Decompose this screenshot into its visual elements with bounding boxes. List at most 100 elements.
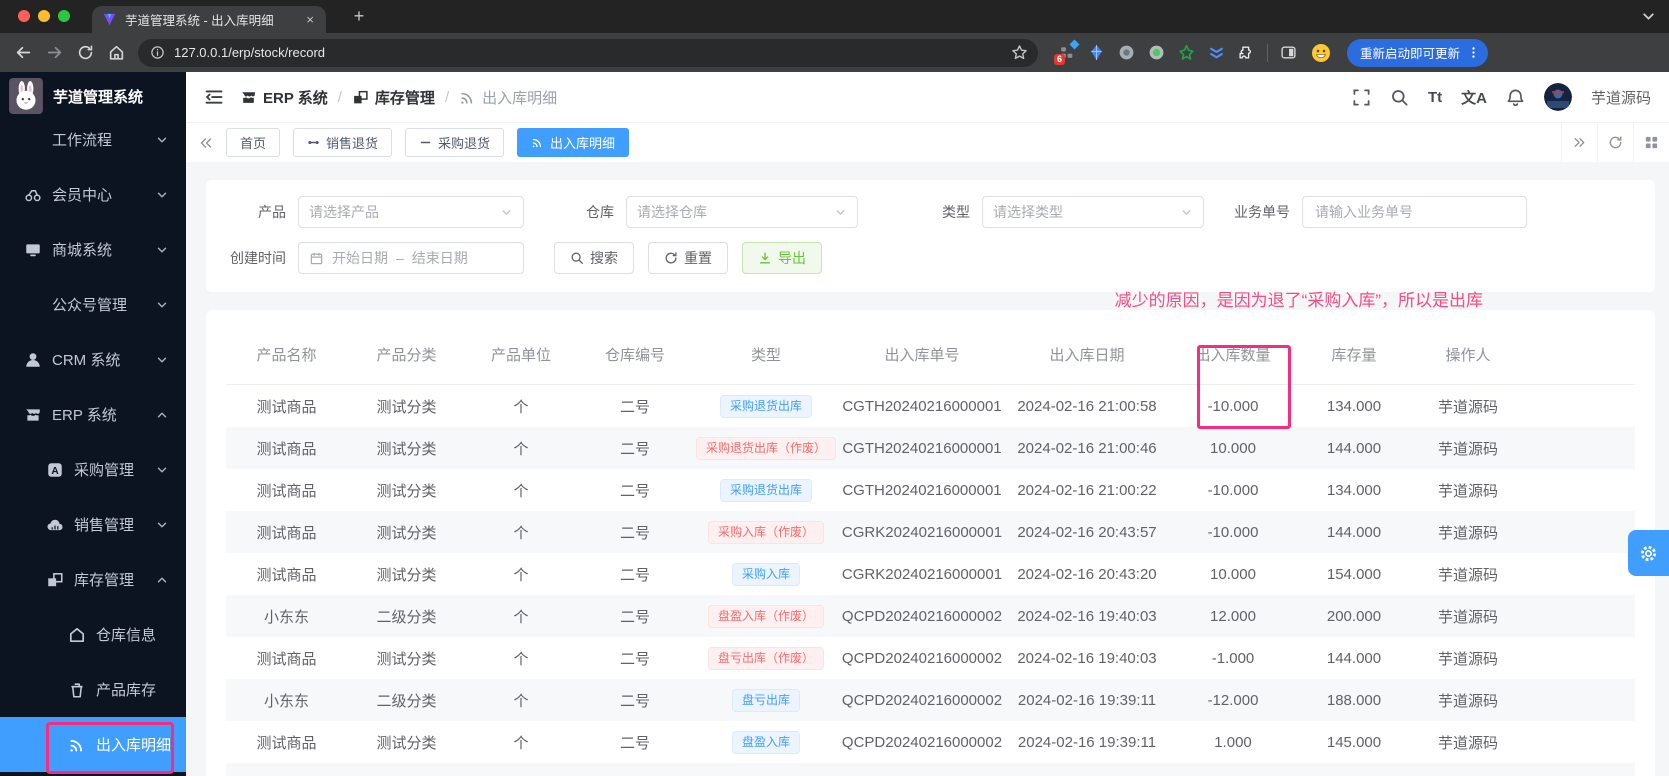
cell: 芋道源码 bbox=[1437, 608, 1498, 626]
cell-type: 采购退货出库 bbox=[694, 469, 838, 511]
cell: 10.000 bbox=[1210, 565, 1256, 583]
cell: 测试分类 bbox=[376, 398, 437, 416]
settings-gear-button[interactable] bbox=[1628, 530, 1669, 576]
tab-sales-return[interactable]: 销售退货 bbox=[293, 128, 393, 157]
user-avatar[interactable] bbox=[1543, 83, 1572, 111]
reload-button[interactable] bbox=[72, 39, 99, 66]
export-button[interactable]: 导出 bbox=[742, 242, 822, 274]
app-title: 芋道管理系统 bbox=[53, 88, 144, 106]
breadcrumb-item[interactable]: 库存管理 bbox=[352, 87, 435, 108]
site-info-icon[interactable] bbox=[150, 45, 165, 60]
breadcrumb-label: 出入库明细 bbox=[482, 89, 558, 107]
search-button[interactable]: 搜索 bbox=[554, 242, 634, 274]
cell-filler bbox=[1526, 469, 1635, 511]
page-content: 产品 请选择产品 仓库 请选择仓库 类型 请选择类型 业务单号 请输入业务单号 … bbox=[186, 162, 1669, 776]
browser-tab[interactable]: 芋道管理系统 - 出入库明细 × bbox=[92, 6, 326, 33]
date-end-placeholder: 结束日期 bbox=[411, 250, 468, 266]
sidebar-item-erp-system[interactable]: ERP 系统 bbox=[0, 387, 186, 442]
extension-icon[interactable]: 6 bbox=[1054, 39, 1080, 65]
zoom-window-button[interactable] bbox=[58, 10, 70, 22]
split-view-icon[interactable] bbox=[1280, 44, 1297, 61]
browser-tab-strip: 芋道管理系统 - 出入库明细 × + bbox=[0, 0, 1669, 33]
chevron-down-icon bbox=[155, 518, 169, 532]
fullscreen-icon[interactable] bbox=[1352, 88, 1371, 107]
notification-bell-icon[interactable] bbox=[1506, 88, 1525, 107]
cloud-icon bbox=[46, 516, 64, 534]
tab-home[interactable]: 首页 bbox=[226, 128, 281, 157]
bizno-input[interactable] bbox=[1302, 196, 1527, 228]
extension-icon[interactable] bbox=[1178, 44, 1195, 61]
minimize-window-button[interactable] bbox=[38, 10, 50, 22]
cell: 芋道源码 bbox=[1437, 524, 1498, 542]
cell: 2024-02-16 20:43:57 bbox=[1017, 523, 1157, 541]
type-select[interactable]: 请选择类型 bbox=[982, 196, 1204, 228]
cell-filler bbox=[1526, 553, 1635, 595]
forward-button[interactable] bbox=[41, 39, 68, 66]
sidebar-item-official-account[interactable]: 公众号管理 bbox=[0, 277, 186, 332]
type-tag: 采购退货出库 bbox=[719, 478, 812, 502]
tabs-scroll-left-icon[interactable] bbox=[198, 135, 214, 151]
sidebar-item-warehouse-info[interactable]: 仓库信息 bbox=[0, 607, 186, 662]
tab-purchase-return[interactable]: 采购退货 bbox=[405, 128, 505, 157]
window-controls bbox=[18, 10, 70, 22]
browser-menu-icon[interactable] bbox=[1467, 46, 1480, 59]
sidebar-logo[interactable]: 芋道管理系统 bbox=[0, 72, 186, 120]
sidebar-item-purchase-mgmt[interactable]: A 采购管理 bbox=[0, 442, 186, 497]
table-row: 测试商品 测试分类 个 二号 采购入库 CGRK20240216000001 2024-02… bbox=[226, 553, 1635, 595]
browser-update-button[interactable]: 重新启动即可更新 bbox=[1347, 38, 1489, 67]
extension-icon[interactable] bbox=[1118, 44, 1135, 61]
layout-grid-icon[interactable] bbox=[1633, 123, 1669, 162]
tabs-scroll-right-icon[interactable] bbox=[1561, 123, 1597, 162]
cell: 个 bbox=[513, 398, 529, 416]
extension-icon[interactable] bbox=[1208, 44, 1225, 61]
profile-emoji-icon[interactable] bbox=[1311, 43, 1331, 63]
reset-button[interactable]: 重置 bbox=[648, 242, 728, 274]
extension-icon[interactable] bbox=[1148, 44, 1165, 61]
cell-type: 采购入库（作废） bbox=[694, 511, 838, 553]
date-separator: – bbox=[396, 250, 404, 266]
chevron-down-icon bbox=[155, 463, 169, 477]
search-icon[interactable] bbox=[1390, 88, 1409, 107]
back-button[interactable] bbox=[10, 39, 37, 66]
home-button[interactable] bbox=[103, 39, 130, 66]
address-bar[interactable]: 127.0.0.1/erp/stock/record bbox=[138, 38, 1038, 67]
search-icon bbox=[570, 251, 584, 265]
sidebar-item-mall-system[interactable]: 商城系统 bbox=[0, 222, 186, 277]
sidebar-item-inventory-mgmt[interactable]: 库存管理 bbox=[0, 552, 186, 607]
chevron-down-icon bbox=[834, 206, 847, 219]
annotation-note: 减少的原因，是因为退了“采购入库”，所以是出库 bbox=[1114, 291, 1483, 310]
sidebar-item-member-center[interactable]: 会员中心 bbox=[0, 167, 186, 222]
bookmark-star-icon[interactable] bbox=[1011, 44, 1028, 61]
breadcrumb-item[interactable]: ERP 系统 bbox=[240, 87, 328, 108]
product-select[interactable]: 请选择产品 bbox=[298, 196, 524, 228]
collapse-sidebar-icon[interactable] bbox=[204, 87, 224, 107]
cell: 测试分类 bbox=[376, 734, 437, 752]
boxes-icon bbox=[352, 89, 369, 106]
close-window-button[interactable] bbox=[18, 10, 30, 22]
date-range-input[interactable]: 开始日期 – 结束日期 bbox=[298, 242, 524, 274]
cell-type: 采购入库 bbox=[694, 553, 838, 595]
font-size-icon[interactable]: Tt bbox=[1428, 89, 1442, 106]
translate-icon[interactable]: 文A bbox=[1461, 87, 1487, 108]
sidebar-item-crm-system[interactable]: CRM 系统 bbox=[0, 332, 186, 387]
cell: 测试分类 bbox=[376, 650, 437, 668]
warehouse-select[interactable]: 请选择仓库 bbox=[626, 196, 858, 228]
cell-type: 采购退货出库 bbox=[694, 385, 838, 428]
sidebar-item-workflow[interactable]: 工作流程 bbox=[0, 112, 186, 167]
tab-stock-record[interactable]: 出入库明细 bbox=[517, 128, 630, 157]
username[interactable]: 芋道源码 bbox=[1591, 87, 1651, 108]
screenshot-stage: 芋道管理系统 - 出入库明细 × + 127.0.0.1/erp/stock/r… bbox=[0, 0, 1669, 776]
new-tab-button[interactable]: + bbox=[348, 5, 370, 27]
sidebar-item-stock-record[interactable]: 出入库明细 bbox=[0, 717, 186, 772]
refresh-page-icon[interactable] bbox=[1597, 123, 1633, 162]
chevron-up-icon bbox=[155, 573, 169, 587]
breadcrumb-item[interactable]: 出入库明细 bbox=[459, 87, 557, 108]
sidebar-item-product-stock[interactable]: 产品库存 bbox=[0, 662, 186, 717]
extensions-menu-icon[interactable] bbox=[1238, 44, 1255, 61]
breadcrumb-label: ERP 系统 bbox=[263, 89, 328, 107]
sidebar-item-sales-mgmt[interactable]: 销售管理 bbox=[0, 497, 186, 552]
tab-close-icon[interactable]: × bbox=[304, 12, 316, 27]
sidebar-item-label: 出入库明细 bbox=[96, 737, 172, 754]
tab-search-chevron-icon[interactable] bbox=[1640, 8, 1657, 25]
extension-icon[interactable] bbox=[1088, 44, 1105, 61]
